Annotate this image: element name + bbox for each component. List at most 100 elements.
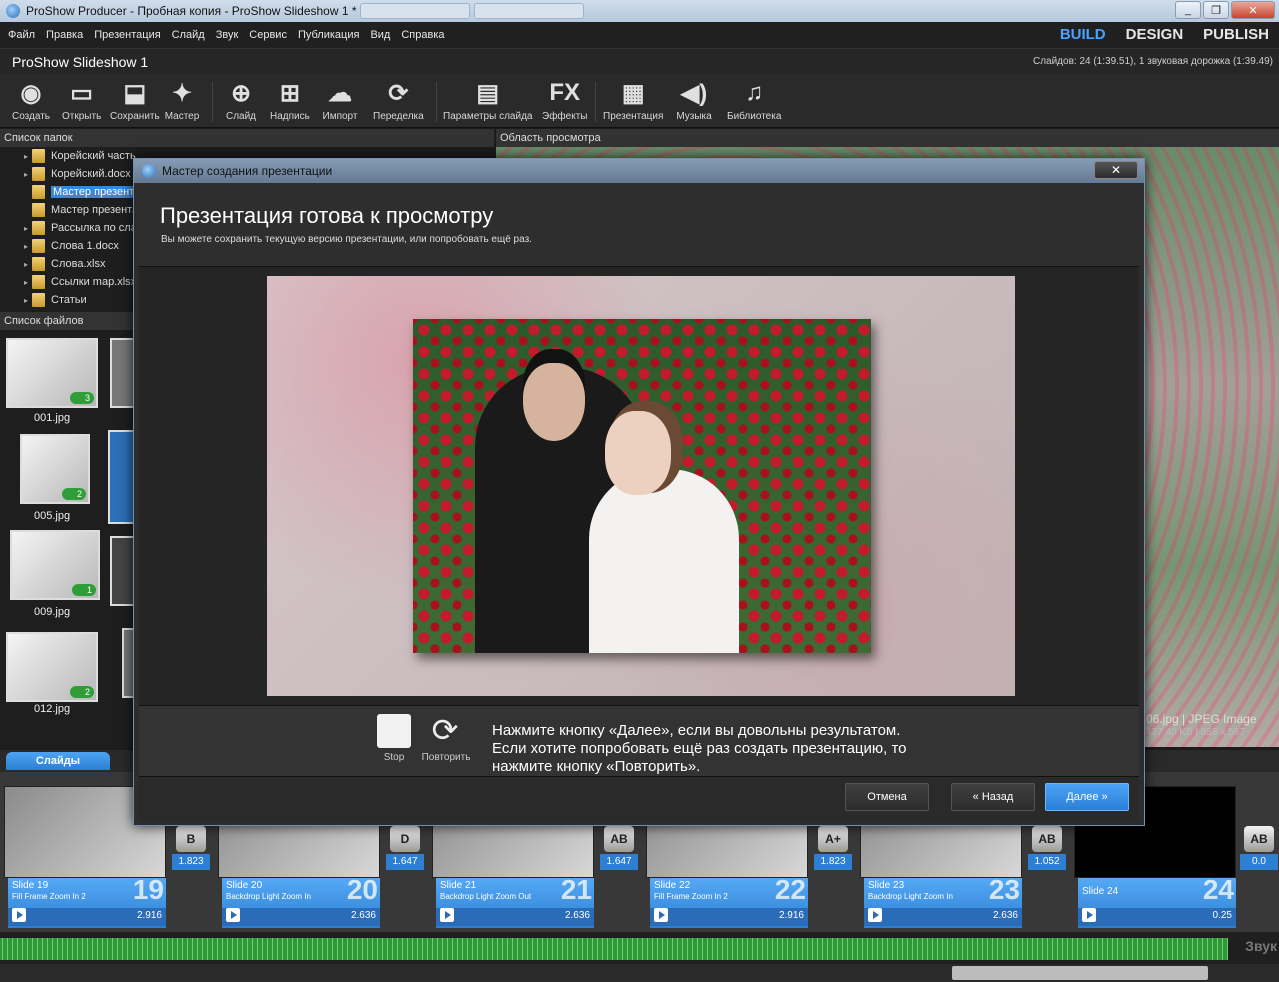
folder-item[interactable]: ▸Рассылка по слайдам: [0, 219, 136, 237]
play-icon[interactable]: [654, 908, 668, 922]
menu-edit[interactable]: Правка: [46, 29, 83, 41]
expand-arrow-icon[interactable]: ▸: [24, 152, 28, 161]
timeline-scrollbar[interactable]: [0, 964, 1279, 982]
slides-tab[interactable]: Слайды: [6, 752, 110, 770]
project-title: ProShow Slideshow 1: [12, 53, 149, 70]
stop-button[interactable]: [377, 714, 411, 748]
mode-design[interactable]: DESIGN: [1126, 26, 1184, 43]
soundtrack-lane[interactable]: Звук: [0, 932, 1279, 964]
transition-duration[interactable]: 1.823: [172, 854, 210, 870]
scrollbar-thumb[interactable]: [952, 966, 1208, 980]
caption-button[interactable]: ⊞ Надпись: [270, 78, 310, 123]
replay-icon[interactable]: ⟳: [427, 712, 463, 748]
folder-item[interactable]: ▸Корейский часть 1.docx: [0, 147, 136, 165]
menu-publish[interactable]: Публикация: [298, 29, 359, 41]
expand-arrow-icon[interactable]: ▸: [24, 260, 28, 269]
transition-icon[interactable]: A+: [818, 826, 848, 852]
mode-build[interactable]: BUILD: [1060, 26, 1106, 43]
slide-photo: [413, 319, 871, 653]
save-button[interactable]: ⬓ Сохранить: [110, 78, 160, 123]
transition-icon[interactable]: B: [176, 826, 206, 852]
folder-item[interactable]: ▸ Ссылки map.xlsx: [0, 273, 136, 291]
slide-duration[interactable]: 2.916: [779, 910, 804, 921]
slide-duration[interactable]: 2.636: [351, 910, 376, 921]
menu-show[interactable]: Презентация: [94, 29, 160, 41]
wizard-button[interactable]: ✦ Мастер: [164, 78, 200, 123]
music-button[interactable]: ◀) Музыка: [676, 78, 712, 123]
menu-slide[interactable]: Слайд: [172, 29, 205, 41]
library-icon: ♫: [745, 79, 764, 106]
expand-arrow-icon[interactable]: ▸: [24, 170, 28, 179]
folder-item[interactable]: ▸ Корейский.docx: [0, 165, 136, 183]
play-icon[interactable]: [440, 908, 454, 922]
menu-file[interactable]: Файл: [8, 29, 35, 41]
transition-icon[interactable]: AB: [1032, 826, 1062, 852]
file-thumbnail[interactable]: 3: [6, 338, 98, 408]
remix-button[interactable]: ⟳ Переделка: [373, 78, 424, 123]
file-thumbnail[interactable]: 1: [10, 530, 100, 600]
slide-duration[interactable]: 2.916: [137, 910, 162, 921]
folder-icon: [32, 185, 45, 199]
playback-controls: Stop ⟳ Повторить Нажмите кнопку «Далее»,…: [139, 705, 1139, 777]
slide-options-button[interactable]: ▤ Параметры слайда: [443, 78, 532, 123]
add-slide-button[interactable]: ⊕ Слайд: [223, 78, 259, 123]
transition-duration[interactable]: 1.647: [600, 854, 638, 870]
transition-item[interactable]: D 1.647: [386, 826, 426, 874]
menu-tools[interactable]: Сервис: [249, 29, 287, 41]
effects-button[interactable]: FX Эффекты: [542, 78, 587, 122]
fx-icon: FX: [549, 79, 581, 106]
transition-icon[interactable]: D: [390, 826, 420, 852]
transition-item[interactable]: AB 1.052: [1028, 826, 1068, 874]
slide-duration[interactable]: 2.636: [565, 910, 590, 921]
folder-item[interactable]: ▸ Слова.xlsx: [0, 255, 136, 273]
transition-icon[interactable]: AB: [1244, 826, 1274, 852]
expand-arrow-icon[interactable]: ▸: [24, 224, 28, 233]
folder-item[interactable]: ▸ Статьи: [0, 291, 136, 309]
slide-duration[interactable]: 0.25: [1213, 910, 1232, 921]
library-button[interactable]: ♫ Библиотека: [727, 78, 781, 122]
slide-options-icon: ▤: [476, 79, 500, 107]
play-icon[interactable]: [12, 908, 26, 922]
next-button[interactable]: Далее »: [1045, 783, 1129, 811]
transition-duration[interactable]: 0.0: [1240, 854, 1278, 870]
open-button[interactable]: ▭ Открыть: [62, 78, 101, 123]
slide-duration[interactable]: 2.636: [993, 910, 1018, 921]
import-button[interactable]: ☁ Импорт: [322, 78, 358, 123]
show-options-button[interactable]: ▦ Презентация: [603, 78, 663, 123]
create-button[interactable]: ◉ Создать: [12, 78, 50, 123]
play-icon[interactable]: [1082, 908, 1096, 922]
transition-duration[interactable]: 1.823: [814, 854, 852, 870]
expand-arrow-icon[interactable]: ▸: [24, 242, 28, 251]
cancel-button[interactable]: Отмена: [845, 783, 929, 811]
transition-item[interactable]: A+ 1.823: [814, 826, 854, 874]
transition-item[interactable]: B 1.823: [172, 826, 212, 874]
dialog-close-button[interactable]: ✕: [1094, 161, 1138, 179]
preview-file-size: 427.40 KB | 858 x 567: [1146, 727, 1245, 738]
menu-help[interactable]: Справка: [401, 29, 444, 41]
folder-item[interactable]: ▸ Слова 1.docx: [0, 237, 136, 255]
expand-arrow-icon[interactable]: ▸: [24, 278, 28, 287]
transition-duration[interactable]: 1.647: [386, 854, 424, 870]
folder-item[interactable]: Мастер презентаций: [0, 201, 136, 219]
file-thumbnail[interactable]: 2: [20, 434, 90, 504]
close-window-button[interactable]: ✕: [1231, 1, 1275, 19]
minimize-button[interactable]: _: [1175, 1, 1201, 19]
file-thumbnail-selected[interactable]: [108, 430, 136, 524]
menu-audio[interactable]: Звук: [216, 29, 239, 41]
audio-waveform[interactable]: [0, 938, 1228, 960]
transition-item[interactable]: AB 1.647: [600, 826, 640, 874]
transition-duration[interactable]: 1.052: [1028, 854, 1066, 870]
transition-item[interactable]: AB 0.0: [1240, 826, 1279, 874]
slide-number: 20: [346, 874, 378, 905]
folder-item-selected[interactable]: Мастер презентаций: [0, 183, 136, 201]
play-icon[interactable]: [226, 908, 240, 922]
preview-stage: [267, 276, 1015, 696]
file-thumbnail[interactable]: 2: [6, 632, 98, 702]
menu-view[interactable]: Вид: [370, 29, 390, 41]
play-icon[interactable]: [868, 908, 882, 922]
mode-publish[interactable]: PUBLISH: [1203, 26, 1269, 43]
maximize-button[interactable]: ❐: [1203, 1, 1229, 19]
transition-icon[interactable]: AB: [604, 826, 634, 852]
expand-arrow-icon[interactable]: ▸: [24, 296, 28, 305]
back-button[interactable]: « Назад: [951, 783, 1035, 811]
